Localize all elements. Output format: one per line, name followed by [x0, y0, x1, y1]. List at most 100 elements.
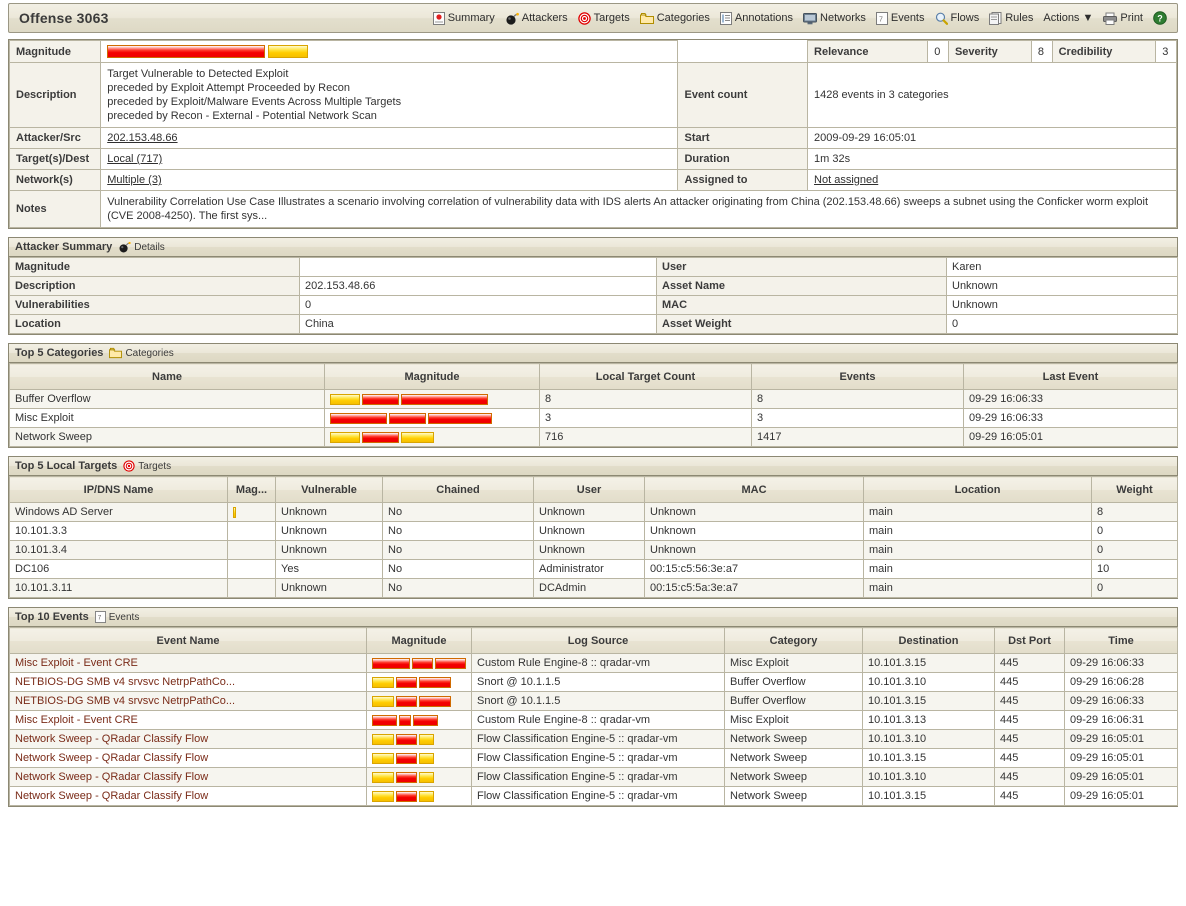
field-label: MAC: [656, 295, 947, 315]
network-link[interactable]: Multiple (3): [107, 174, 161, 186]
offense-detail-panel: Magnitude Relevance 0 Severity 8 Credibi…: [8, 39, 1178, 229]
magnitude-bar: [330, 431, 534, 443]
toolbar-targets-button[interactable]: Targets: [574, 10, 634, 27]
event-magnitude: [366, 748, 472, 768]
column-header[interactable]: Last Event: [963, 363, 1178, 390]
column-header[interactable]: Magnitude: [366, 627, 472, 654]
column-header[interactable]: Time: [1064, 627, 1178, 654]
toolbar-actions-label: Actions ▼: [1043, 12, 1094, 24]
column-header[interactable]: Local Target Count: [539, 363, 752, 390]
column-header[interactable]: Mag...: [227, 476, 276, 503]
event-destination: 10.101.3.10: [862, 729, 995, 749]
toolbar-events-button[interactable]: 7 Events: [872, 10, 929, 27]
table-row[interactable]: Buffer Overflow 8 8 09-29 16:06:33: [9, 389, 1178, 409]
target-chained: No: [382, 540, 534, 560]
column-header[interactable]: Location: [863, 476, 1092, 503]
column-header[interactable]: Category: [724, 627, 863, 654]
column-header[interactable]: Vulnerable: [275, 476, 383, 503]
table-row[interactable]: DC106 Yes No Administrator 00:15:c5:56:3e:a7…: [9, 559, 1178, 579]
event-magnitude: [366, 691, 472, 711]
magnitude-segment: [362, 393, 399, 405]
bomb-icon: [118, 241, 131, 253]
attacker-details-link[interactable]: Details: [118, 241, 165, 253]
event-dst-port: 445: [994, 767, 1065, 787]
target-magnitude: [227, 502, 276, 522]
events-link[interactable]: 7 Events: [94, 611, 139, 623]
toolbar-actions-menu[interactable]: Actions ▼: [1039, 10, 1097, 26]
target-vulnerable: Unknown: [275, 540, 383, 560]
table-row[interactable]: Network Sweep - QRadar Classify Flow Flow…: [9, 767, 1178, 787]
toolbar-categories-button[interactable]: Categories: [636, 10, 714, 27]
table-row[interactable]: 10.101.3.11 Unknown No DCAdmin 00:15:c5:5a:3…: [9, 578, 1178, 598]
attacker-link[interactable]: 202.153.48.66: [107, 132, 177, 144]
column-header[interactable]: Destination: [862, 627, 995, 654]
target-location: main: [863, 559, 1092, 579]
table-row[interactable]: Misc Exploit - Event CRE Custom Rule Engi…: [9, 710, 1178, 730]
targets-link-label: Targets: [138, 460, 172, 472]
category-last-event: 09-29 16:05:01: [963, 427, 1178, 447]
event-category: Misc Exploit: [724, 710, 863, 730]
toolbar-rules-button[interactable]: Rules: [985, 10, 1037, 27]
column-header[interactable]: Dst Port: [994, 627, 1065, 654]
column-header[interactable]: Event Name: [9, 627, 367, 654]
column-header[interactable]: MAC: [644, 476, 864, 503]
column-header[interactable]: IP/DNS Name: [9, 476, 228, 503]
folder-icon: [109, 347, 123, 359]
magnitude-segment: [419, 752, 434, 764]
table-row[interactable]: Misc Exploit - Event CRE Custom Rule Engi…: [9, 653, 1178, 673]
target-user: Unknown: [533, 502, 645, 522]
toolbar-summary-button[interactable]: Summary: [429, 10, 499, 27]
label-network: Network(s): [8, 169, 102, 191]
table-row[interactable]: Misc Exploit 3 3 09-29 16:06:33: [9, 408, 1178, 428]
field-value: 0: [946, 314, 1178, 334]
value-target: Local (717): [100, 148, 679, 170]
category-magnitude: [324, 427, 540, 447]
toolbar-print-button[interactable]: Print: [1099, 10, 1147, 27]
table-row[interactable]: 10.101.3.4 Unknown No Unknown Unknown main 0: [9, 540, 1178, 560]
column-header[interactable]: Chained: [382, 476, 534, 503]
column-header[interactable]: Magnitude: [324, 363, 540, 390]
column-header[interactable]: Weight: [1091, 476, 1178, 503]
monitor-icon: [803, 12, 818, 25]
targets-link[interactable]: Targets: [123, 460, 171, 472]
table-row[interactable]: Network Sweep 716 1417 09-29 16:05:01: [9, 427, 1178, 447]
top-events-panel: Top 10 Events 7 Events Event Name Magnitu…: [8, 607, 1178, 807]
magnitude-segment: [396, 771, 417, 783]
table-row[interactable]: NETBIOS-DG SMB v4 srvsvc NetrpPathCo... S…: [9, 672, 1178, 692]
field-value: China: [299, 314, 657, 334]
table-row[interactable]: 10.101.3.3 Unknown No Unknown Unknown main 0: [9, 521, 1178, 541]
toolbar-networks-button[interactable]: Networks: [799, 10, 870, 27]
event-time: 09-29 16:05:01: [1064, 748, 1178, 768]
magnitude-segment: [401, 393, 488, 405]
column-header[interactable]: Name: [9, 363, 325, 390]
table-row[interactable]: Network Sweep - QRadar Classify Flow Flow…: [9, 729, 1178, 749]
toolbar-attackers-button[interactable]: Attackers: [501, 10, 572, 27]
toolbar-flows-button[interactable]: Flows: [931, 10, 984, 27]
field-value: [299, 257, 657, 277]
label-event-count: Event count: [677, 62, 809, 128]
column-header[interactable]: Events: [751, 363, 964, 390]
help-icon: ?: [1153, 11, 1167, 25]
categories-link[interactable]: Categories: [109, 347, 174, 359]
assigned-to-link[interactable]: Not assigned: [814, 174, 878, 186]
table-row[interactable]: Windows AD Server Unknown No Unknown Unknown…: [9, 502, 1178, 522]
target-user: Unknown: [533, 540, 645, 560]
target-link[interactable]: Local (717): [107, 153, 162, 165]
table-row[interactable]: Network Sweep - QRadar Classify Flow Flow…: [9, 748, 1178, 768]
table-row[interactable]: Network Sweep - QRadar Classify Flow Flow…: [9, 786, 1178, 806]
target-ip-dns-name: Windows AD Server: [9, 502, 228, 522]
target-chained: No: [382, 578, 534, 598]
event-name: NETBIOS-DG SMB v4 srvsvc NetrpPathCo...: [9, 691, 367, 711]
magnitude-segment: [330, 393, 360, 405]
toolbar-annotations-button[interactable]: Annotations: [716, 10, 797, 27]
event-log-source: Flow Classification Engine-5 :: qradar-v…: [471, 729, 725, 749]
toolbar-help-button[interactable]: ?: [1149, 9, 1171, 27]
table-row[interactable]: NETBIOS-DG SMB v4 srvsvc NetrpPathCo... S…: [9, 691, 1178, 711]
magnifier-icon: [935, 12, 948, 25]
event-category: Buffer Overflow: [724, 691, 863, 711]
magnitude-segment: [268, 45, 309, 58]
column-header[interactable]: User: [533, 476, 645, 503]
target-vulnerable: Unknown: [275, 578, 383, 598]
event-category: Network Sweep: [724, 786, 863, 806]
column-header[interactable]: Log Source: [471, 627, 725, 654]
